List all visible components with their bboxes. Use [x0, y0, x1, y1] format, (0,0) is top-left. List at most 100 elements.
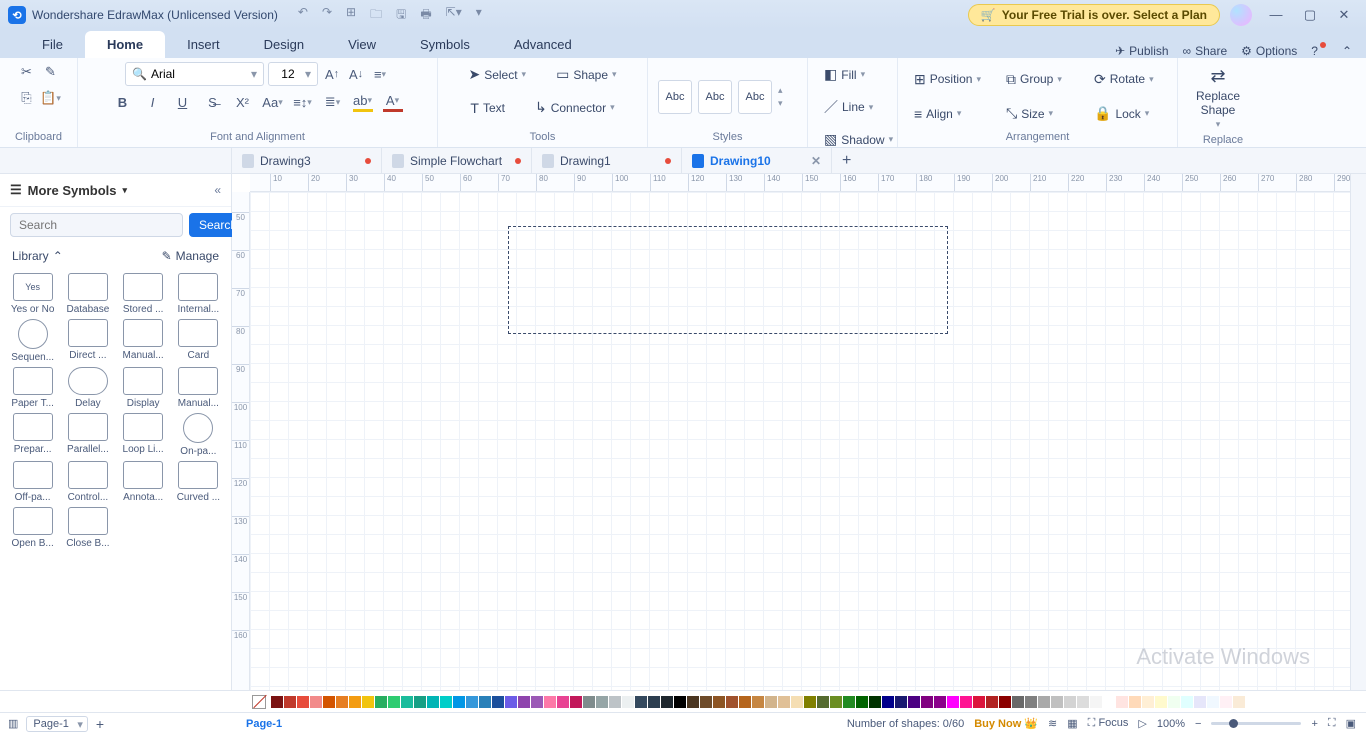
buy-now-link[interactable]: Buy Now 👑 [974, 717, 1038, 730]
print-icon[interactable]: 🖶 [420, 5, 431, 26]
line-spacing-icon[interactable]: ≡↕ [293, 92, 313, 112]
decrease-font-icon[interactable]: A↓ [346, 64, 366, 84]
color-swatch[interactable] [986, 696, 998, 708]
shape-stencil[interactable]: Display [117, 367, 170, 409]
color-swatch[interactable] [1012, 696, 1024, 708]
shape-stencil[interactable]: On-pa... [172, 413, 225, 457]
shape-stencil[interactable]: Sequen... [6, 319, 59, 363]
color-swatch[interactable] [947, 696, 959, 708]
tab-home[interactable]: Home [85, 31, 165, 58]
tab-design[interactable]: Design [242, 31, 326, 58]
library-toggle[interactable]: Library ⌃ [12, 249, 63, 263]
color-swatch[interactable] [284, 696, 296, 708]
share-button[interactable]: ∞ Share [1183, 44, 1228, 58]
zoom-in-button[interactable]: + [1311, 718, 1317, 730]
fit-page-icon[interactable]: ⛶ [1328, 717, 1336, 730]
color-swatch[interactable] [414, 696, 426, 708]
open-icon[interactable]: 🗀 [370, 5, 382, 26]
help-button[interactable]: ? [1311, 44, 1328, 58]
page-tab[interactable]: Page-1 [232, 718, 296, 730]
align-para-icon[interactable]: ≡ [370, 64, 390, 84]
underline-icon[interactable]: U [173, 92, 193, 112]
color-swatch[interactable] [570, 696, 582, 708]
shape-stencil[interactable]: Curved ... [172, 461, 225, 503]
align-button[interactable]: ≡Align [908, 102, 990, 126]
highlight-icon[interactable]: ab [353, 92, 373, 112]
export-icon[interactable]: ⇱▾ [446, 5, 462, 26]
doc-tab-drawing3[interactable]: Drawing3 [232, 148, 382, 173]
tab-view[interactable]: View [326, 31, 398, 58]
fullscreen-icon[interactable]: ▣ [1346, 717, 1356, 730]
color-swatch[interactable] [1181, 696, 1193, 708]
color-swatch[interactable] [544, 696, 556, 708]
font-color-icon[interactable]: A [383, 92, 403, 112]
undo-icon[interactable]: ↶ [298, 5, 308, 26]
shape-stencil[interactable]: Close B... [61, 507, 114, 549]
color-swatch[interactable] [1233, 696, 1245, 708]
cut-icon[interactable]: ✂ [17, 62, 37, 82]
color-swatch[interactable] [440, 696, 452, 708]
shape-stencil[interactable]: Stored ... [117, 273, 170, 315]
tab-symbols[interactable]: Symbols [398, 31, 492, 58]
color-swatch[interactable] [453, 696, 465, 708]
font-size-input[interactable] [275, 67, 301, 81]
color-swatch[interactable] [505, 696, 517, 708]
close-tab-icon[interactable]: ✕ [811, 154, 821, 168]
superscript-icon[interactable]: X² [233, 92, 253, 112]
trial-banner[interactable]: 🛒 Your Free Trial is over. Select a Plan [968, 4, 1220, 26]
color-swatch[interactable] [804, 696, 816, 708]
color-swatch[interactable] [388, 696, 400, 708]
color-swatch[interactable] [934, 696, 946, 708]
color-swatch[interactable] [960, 696, 972, 708]
color-swatch[interactable] [1207, 696, 1219, 708]
color-swatch[interactable] [791, 696, 803, 708]
color-swatch[interactable] [765, 696, 777, 708]
doc-tab-drawing1[interactable]: Drawing1 [532, 148, 682, 173]
font-size-select[interactable]: ▾ [268, 62, 318, 86]
color-swatch[interactable] [973, 696, 985, 708]
options-button[interactable]: ⚙ Options [1241, 44, 1297, 58]
font-family-select[interactable]: 🔍 ▾ [125, 62, 264, 86]
publish-button[interactable]: ✈ Publish [1115, 44, 1168, 58]
style-scroll-up[interactable]: ▴ [778, 85, 783, 96]
color-swatch[interactable] [466, 696, 478, 708]
shape-tool[interactable]: ▭Shape [550, 62, 622, 87]
line-button[interactable]: ／Line [818, 93, 879, 121]
color-swatch[interactable] [817, 696, 829, 708]
paste-icon[interactable]: 📋 [41, 88, 61, 108]
drawing-canvas[interactable]: Activate Windows [250, 192, 1350, 690]
copy-icon[interactable]: ⎘ [17, 88, 37, 108]
page-selector[interactable]: Page-1 [26, 716, 87, 732]
shape-stencil[interactable]: Control... [61, 461, 114, 503]
replace-shape-button[interactable]: ⇄ Replace Shape [1188, 62, 1248, 134]
color-swatch[interactable] [752, 696, 764, 708]
color-swatch[interactable] [1116, 696, 1128, 708]
color-swatch[interactable] [479, 696, 491, 708]
color-swatch[interactable] [1025, 696, 1037, 708]
color-swatch[interactable] [362, 696, 374, 708]
color-swatch[interactable] [739, 696, 751, 708]
color-swatch[interactable] [726, 696, 738, 708]
strike-icon[interactable]: S̶ [203, 92, 223, 112]
shape-stencil[interactable]: Delay [61, 367, 114, 409]
style-preset-3[interactable]: Abc [738, 80, 772, 114]
color-swatch[interactable] [271, 696, 283, 708]
color-swatch[interactable] [869, 696, 881, 708]
doc-tab-simple-flowchart[interactable]: Simple Flowchart [382, 148, 532, 173]
color-swatch[interactable] [635, 696, 647, 708]
color-swatch[interactable] [778, 696, 790, 708]
color-swatch[interactable] [1038, 696, 1050, 708]
color-swatch[interactable] [1090, 696, 1102, 708]
style-preset-1[interactable]: Abc [658, 80, 692, 114]
text-tool[interactable]: TText [464, 96, 511, 120]
color-swatch[interactable] [713, 696, 725, 708]
manage-button[interactable]: ✎Manage [162, 249, 219, 263]
group-button[interactable]: ⧉Group [1000, 67, 1078, 92]
zoom-slider[interactable] [1211, 722, 1301, 725]
lock-button[interactable]: 🔒Lock [1088, 101, 1166, 126]
color-swatch[interactable] [375, 696, 387, 708]
page-list-icon[interactable]: ▥ [8, 717, 18, 730]
shape-stencil[interactable]: Manual... [172, 367, 225, 409]
color-swatch[interactable] [596, 696, 608, 708]
shape-stencil[interactable]: YesYes or No [6, 273, 59, 315]
